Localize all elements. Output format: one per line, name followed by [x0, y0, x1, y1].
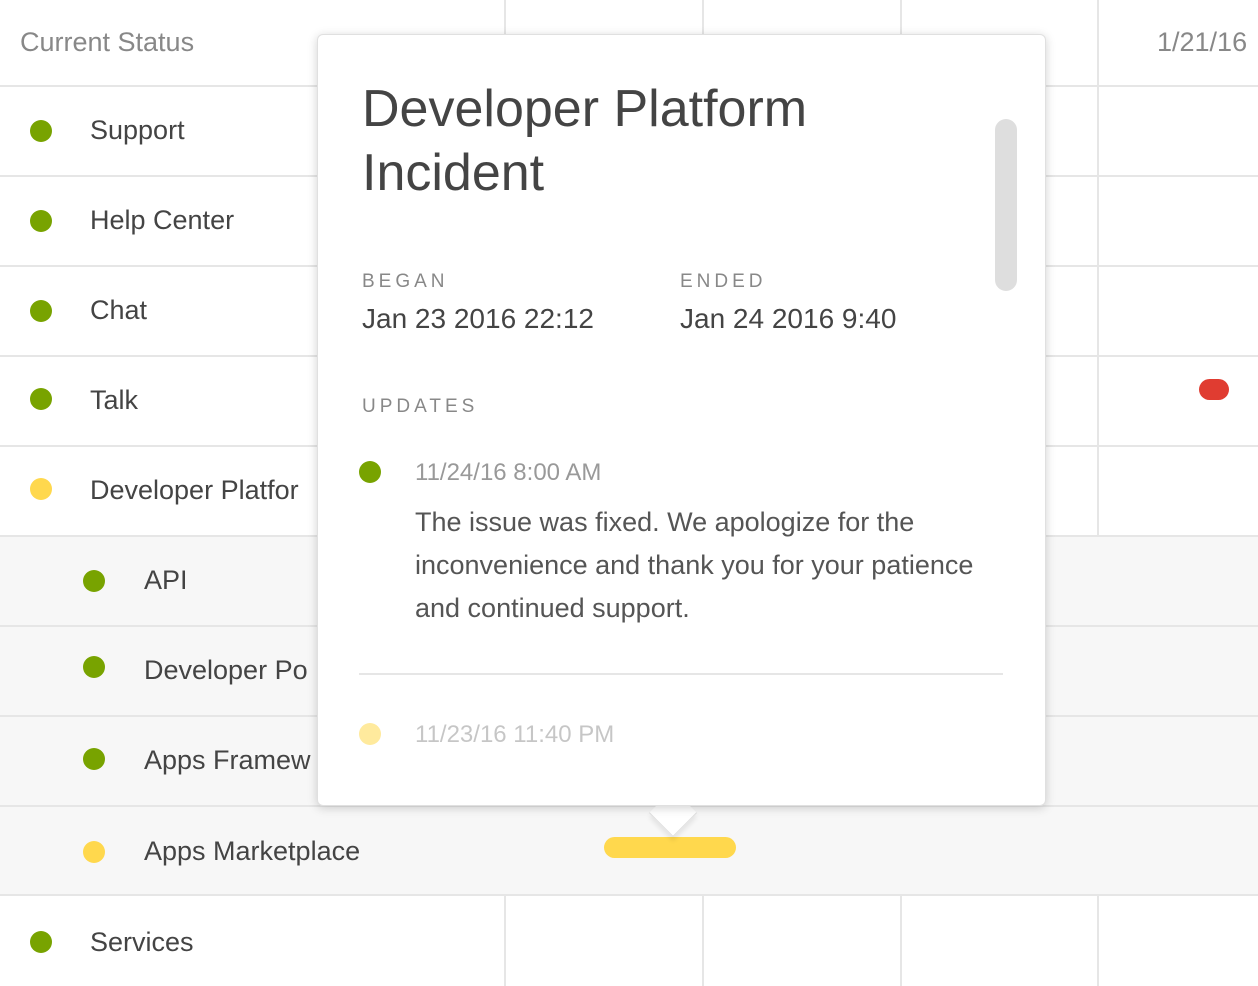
began-label: BEGAN [362, 271, 449, 292]
ended-label: ENDED [680, 271, 767, 292]
status-dot-icon [359, 461, 381, 483]
component-row-services[interactable]: Services [0, 896, 1258, 986]
status-dot-icon [30, 210, 52, 232]
component-label: API [144, 565, 188, 595]
update-text: The issue was fixed. We apologize for th… [415, 507, 974, 623]
component-label: Chat [90, 295, 148, 325]
component-label: Talk [90, 385, 139, 415]
status-dot-icon [83, 656, 105, 678]
update-time: 11/23/16 11:40 PM [415, 721, 615, 748]
component-label: Services [90, 927, 194, 957]
component-label: Support [90, 115, 185, 145]
update-divider [359, 673, 1003, 675]
status-dot-icon [83, 570, 105, 592]
scrollbar-thumb[interactable] [995, 119, 1017, 291]
update-time: 11/24/16 8:00 AM [415, 459, 602, 486]
ended-value: Jan 24 2016 9:40 [680, 303, 897, 334]
status-dot-icon [30, 388, 52, 410]
current-status-heading: Current Status [20, 27, 195, 57]
component-label: Developer Platfor [90, 475, 299, 505]
status-dot-icon [83, 841, 105, 863]
incident-popover: Developer Platform Incident BEGAN Jan 23… [317, 34, 1046, 806]
incident-bar[interactable] [604, 837, 736, 858]
status-dot-icon [30, 120, 52, 142]
incident-title: Developer Platform Incident [362, 80, 808, 202]
component-row-apps-marketplace[interactable]: Apps Marketplace [0, 807, 1258, 896]
status-dot-icon [359, 723, 381, 745]
status-dot-icon [30, 931, 52, 953]
incident-bar[interactable] [1199, 379, 1229, 400]
began-value: Jan 23 2016 22:12 [362, 303, 594, 334]
updates-label: UPDATES [362, 396, 479, 417]
status-dot-icon [30, 300, 52, 322]
component-label: Apps Framew [144, 745, 311, 775]
component-label: Apps Marketplace [144, 836, 361, 866]
date-column-4: 1/21/16 [1157, 27, 1248, 57]
component-label: Developer Po [144, 655, 308, 685]
component-label: Help Center [90, 205, 235, 235]
status-dot-icon [83, 748, 105, 770]
status-dot-icon [30, 478, 52, 500]
